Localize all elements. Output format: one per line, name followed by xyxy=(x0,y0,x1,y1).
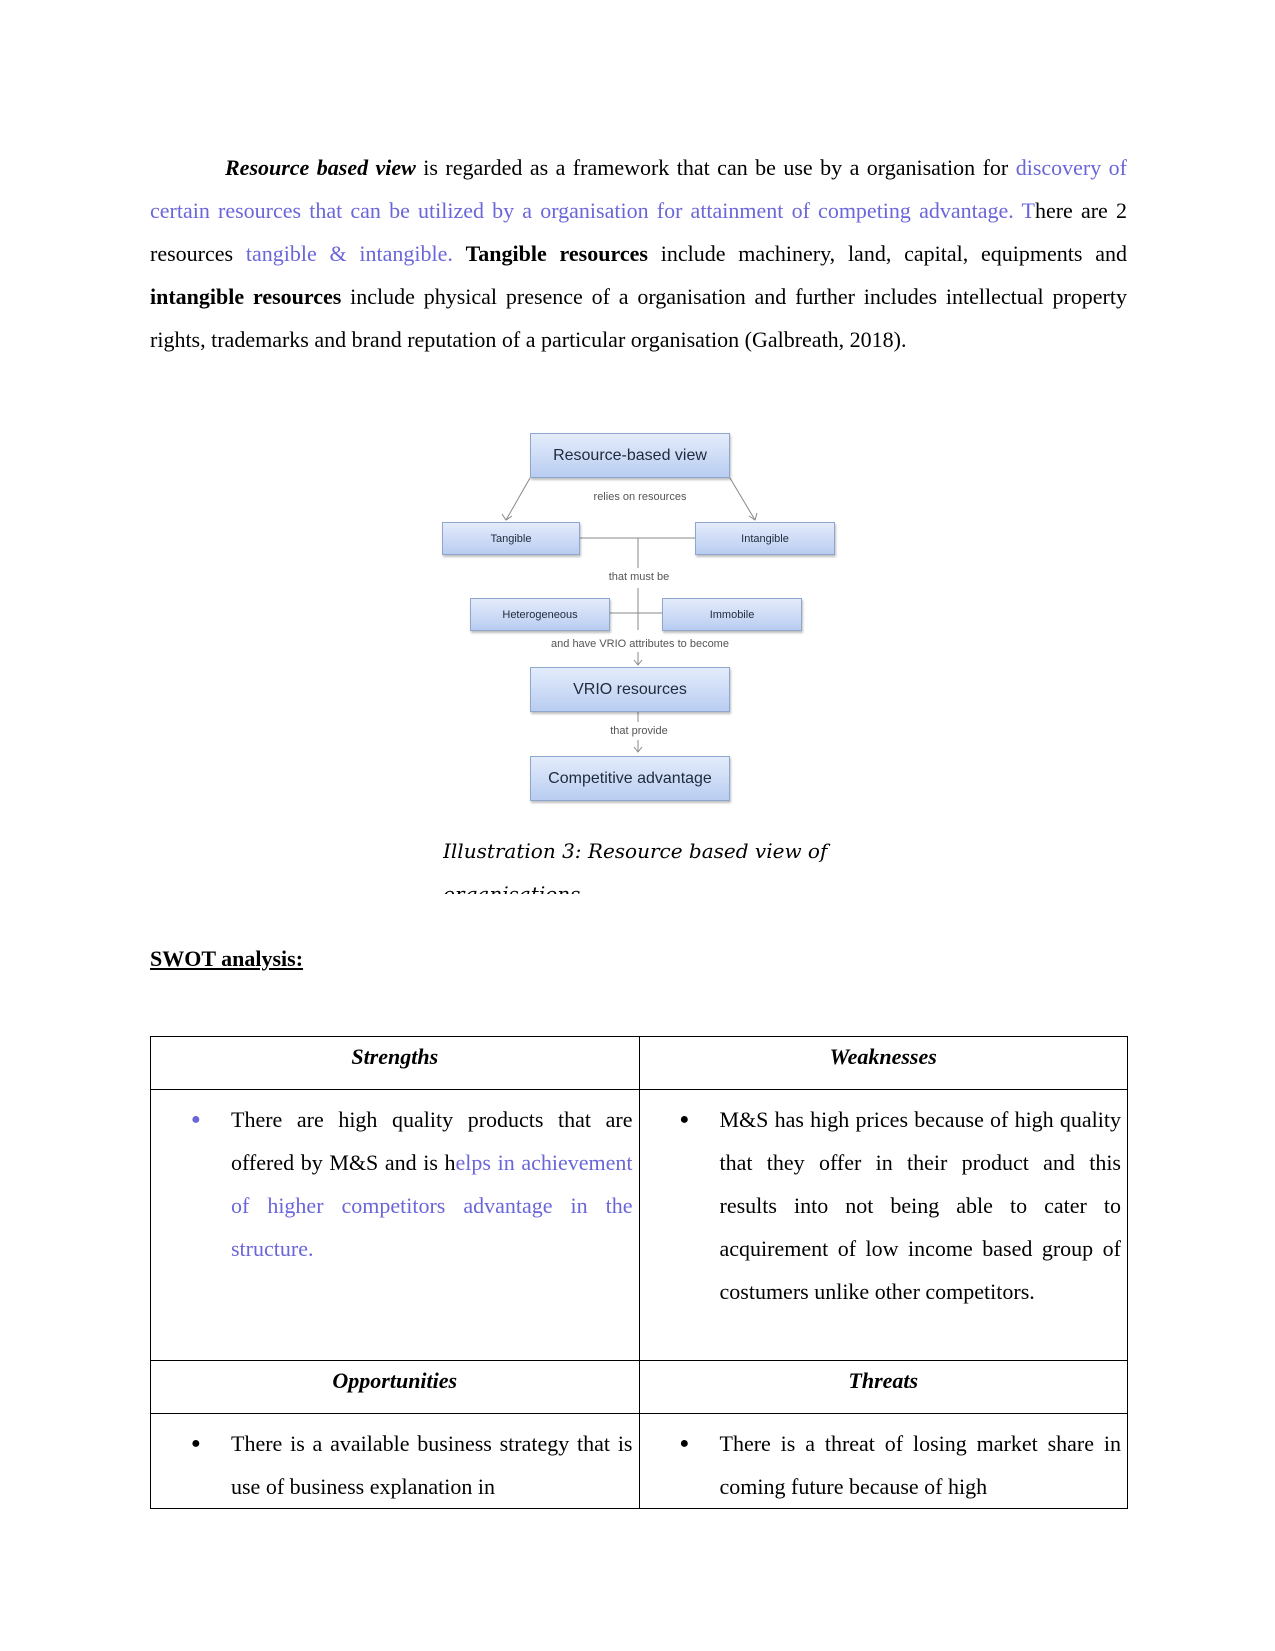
box-tangible: Tangible xyxy=(442,522,580,555)
box-vrio-resources: VRIO resources xyxy=(530,667,730,712)
cell-weaknesses: ● M&S has high prices because of high qu… xyxy=(638,1089,1128,1361)
threat-text: There is a threat of losing market share… xyxy=(719,1431,1122,1499)
cell-opportunities: ● There is a available business strategy… xyxy=(150,1413,640,1509)
bullet-icon: ● xyxy=(191,1111,201,1128)
swot-table: Strengths Weaknesses ● There are high qu… xyxy=(150,1036,1128,1509)
term-resource-based-view: Resource based view xyxy=(225,155,416,180)
threat-item: ● There is a threat of losing market sha… xyxy=(640,1415,1127,1508)
box-heterogeneous: Heterogeneous xyxy=(470,598,610,631)
label-that-must-be: that must be xyxy=(608,571,670,583)
label-vrio-attributes: and have VRIO attributes to become xyxy=(551,638,729,650)
arrow-left xyxy=(505,477,531,521)
intro-text-1: is regarded as a framework that can be u… xyxy=(415,155,1016,180)
rbv-diagram: Resource-based view relies on resources … xyxy=(440,430,840,820)
label-that-provide: that provide xyxy=(610,725,668,737)
figure-caption: Illustration 3: Resource based view of o… xyxy=(443,839,828,894)
opportunity-text: There is a available business strategy t… xyxy=(231,1431,633,1499)
box-resource-based-view: Resource-based view xyxy=(530,433,730,478)
weakness-text: M&S has high prices because of high qual… xyxy=(719,1107,1122,1304)
arrowhead-left xyxy=(501,513,513,521)
swot-heading: SWOT analysis: xyxy=(150,946,304,971)
intro-paragraph: Resource based view is regarded as a fra… xyxy=(150,146,1127,361)
box-competitive-advantage: Competitive advantage xyxy=(530,756,730,801)
swot-header-row-1: Strengths Weaknesses xyxy=(150,1036,1128,1090)
intro-text-3: include machinery, land, capital, equipm… xyxy=(647,241,1127,266)
box-immobile: Immobile xyxy=(662,598,802,631)
header-strengths: Strengths xyxy=(150,1036,640,1090)
strength-item: ● There are high quality products that a… xyxy=(151,1090,639,1270)
box-intangible: Intangible xyxy=(695,522,835,555)
swot-header-row-2: Opportunities Threats xyxy=(150,1360,1128,1414)
label-relies-on-resources: relies on resources xyxy=(593,491,687,503)
header-threats: Threats xyxy=(638,1360,1128,1414)
swot-body-row-1: ● There are high quality products that a… xyxy=(150,1089,1128,1361)
opportunity-item: ● There is a available business strategy… xyxy=(151,1415,638,1508)
term-tangible-resources: Tangible resources xyxy=(465,241,648,266)
bullet-icon: ● xyxy=(191,1435,201,1452)
weakness-item: ● M&S has high prices because of high qu… xyxy=(640,1090,1128,1313)
arrow-right xyxy=(729,477,756,521)
cell-strengths: ● There are high quality products that a… xyxy=(150,1089,640,1361)
swot-body-row-2: ● There is a available business strategy… xyxy=(150,1413,1128,1509)
cell-threats: ● There is a threat of losing market sha… xyxy=(638,1413,1128,1509)
strength-text: There are high quality products that are… xyxy=(231,1098,633,1270)
bullet-icon: ● xyxy=(679,1111,690,1128)
intro-text-blue-2: tangible & intangible. xyxy=(245,241,453,266)
header-opportunities: Opportunities xyxy=(150,1360,640,1414)
header-weaknesses: Weaknesses xyxy=(638,1036,1128,1090)
bullet-icon: ● xyxy=(679,1435,690,1452)
term-intangible-resources: intangible resources xyxy=(150,284,342,309)
